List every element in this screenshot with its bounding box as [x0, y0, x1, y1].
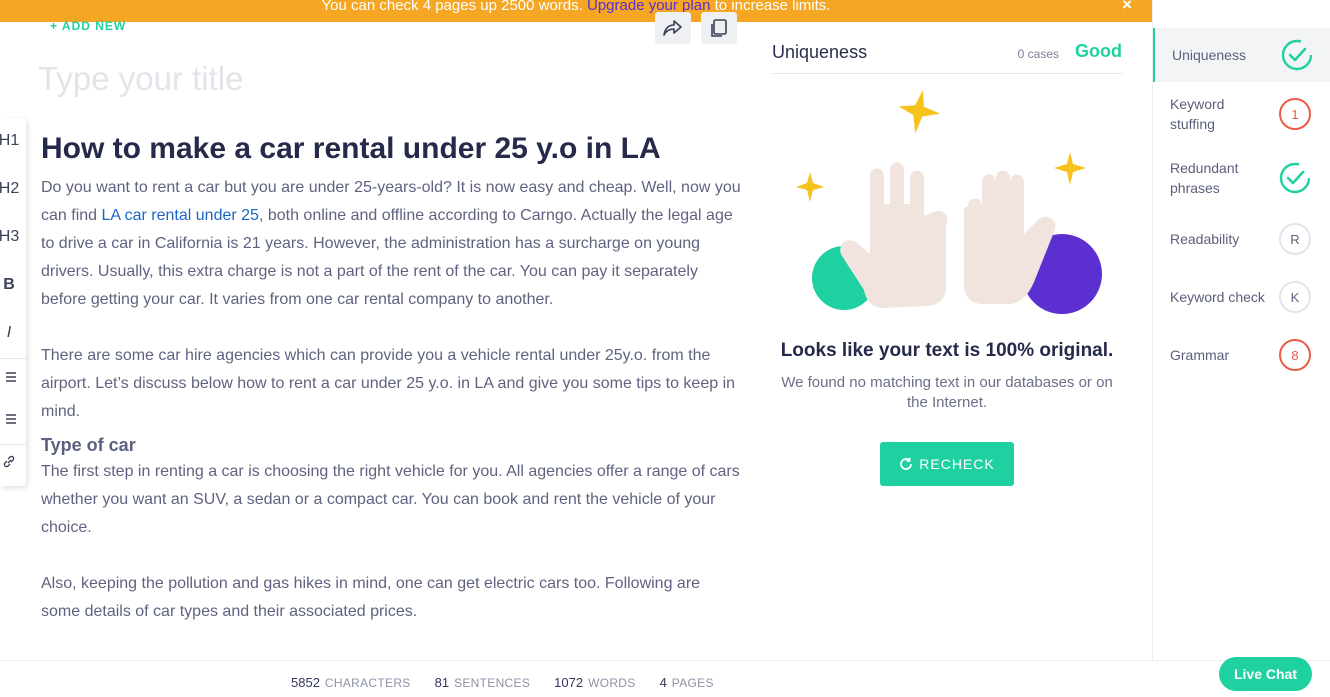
sparkle-icon [898, 90, 941, 134]
stat-value: 4 [659, 675, 667, 690]
error-count-badge: 1 [1279, 98, 1311, 130]
italic-button[interactable]: I [0, 324, 22, 342]
banner-close-button[interactable]: × [1122, 0, 1132, 13]
banner-text: You can check 4 pages up 2500 words. Upg… [321, 0, 831, 14]
panel-title: Uniqueness [772, 42, 868, 62]
title-input[interactable] [38, 60, 638, 98]
pending-badge: K [1279, 281, 1311, 313]
editor-actions [655, 12, 737, 44]
copy-icon [711, 19, 727, 37]
sidebar-item-label: Readability [1170, 231, 1240, 247]
stat-value: 5852 [291, 675, 320, 690]
car-rental-link[interactable]: LA car rental under 25 [102, 207, 259, 224]
paragraph-3: The first step in renting a car is choos… [41, 463, 740, 536]
document-body[interactable]: How to make a car rental under 25 y.o in… [41, 130, 741, 626]
recheck-button[interactable]: RECHECK [880, 442, 1014, 486]
heading-3-button[interactable]: H3 [0, 228, 22, 246]
uniqueness-status: Good [1075, 41, 1122, 61]
document-stats: 5852 CHARACTERS 81 SENTENCES 1072 WORDS 4 PA… [291, 675, 714, 690]
result-subtitle: We found no matching text in our databas… [781, 374, 1113, 411]
sidebar-item-uniqueness[interactable]: Uniqueness [1153, 28, 1330, 82]
heading-2-button[interactable]: H2 [0, 180, 22, 198]
panel-header: Uniqueness 0 cases Good [772, 30, 1122, 74]
stat-words: 1072 WORDS [554, 675, 635, 690]
check-badge [1279, 162, 1311, 194]
paragraph-1: Do you want to rent a car but you are un… [41, 174, 741, 314]
live-chat-button[interactable]: Live Chat [1219, 657, 1312, 691]
document-heading: How to make a car rental under 25 y.o in… [41, 132, 661, 165]
refresh-icon [900, 457, 913, 470]
subheading-type-of-car: Type of car [41, 435, 136, 455]
sparkle-icon [796, 172, 824, 202]
stat-pages: 4 PAGES [660, 675, 714, 690]
paragraph-4: Also, keeping the pollution and gas hike… [41, 575, 701, 620]
stats-footer: 5852 CHARACTERS 81 SENTENCES 1072 WORDS 4 PA… [0, 660, 1330, 697]
share-button[interactable] [655, 12, 691, 44]
error-count-badge: 8 [1279, 339, 1311, 371]
sidebar-item-grammar[interactable]: Grammar 8 [1153, 328, 1330, 382]
check-circle-icon [1279, 162, 1311, 194]
sidebar-item-label: Redundant phrases [1170, 160, 1239, 196]
result-title: Looks like your text is 100% original. [780, 340, 1114, 361]
stat-value: 81 [434, 675, 450, 690]
sidebar-item-label: Grammar [1170, 347, 1230, 363]
stat-label: SENTENCES [454, 676, 531, 690]
sidebar-item-label: Keyword check [1170, 289, 1265, 305]
sidebar-item-keyword-check[interactable]: Keyword check K [1153, 270, 1330, 324]
check-circle-icon [1281, 39, 1313, 71]
add-new-button[interactable]: + ADD NEW [50, 19, 126, 33]
stat-sentences: 81 SENTENCES [435, 675, 531, 690]
bullet-list-icon [6, 414, 16, 424]
stat-characters: 5852 CHARACTERS [291, 675, 411, 690]
bold-button[interactable]: B [0, 276, 22, 294]
ordered-list-icon [6, 372, 16, 382]
sidebar-item-keyword-stuffing[interactable]: Keyword stuffing 1 [1153, 86, 1330, 140]
checks-sidebar: Uniqueness Keyword stuffing 1 Redundant … [1152, 0, 1330, 662]
check-badge [1281, 39, 1313, 71]
recheck-label: RECHECK [919, 456, 995, 472]
sidebar-item-label: Uniqueness [1172, 47, 1246, 63]
uniqueness-panel: Uniqueness 0 cases Good Looks like your … [772, 30, 1122, 486]
link-button[interactable] [0, 454, 22, 473]
stat-label: WORDS [588, 676, 636, 690]
stat-value: 1072 [554, 675, 584, 690]
link-icon [3, 455, 15, 468]
copy-button[interactable] [701, 12, 737, 44]
sidebar-item-label: Keyword stuffing [1170, 96, 1225, 132]
bullet-list-button[interactable] [0, 412, 22, 431]
toolbar-divider [0, 358, 26, 359]
toolbar-divider [0, 444, 26, 445]
app-root: You can check 4 pages up 2500 words. Upg… [0, 0, 1330, 697]
sidebar-item-readability[interactable]: Readability R [1153, 212, 1330, 266]
pending-badge: R [1279, 223, 1311, 255]
stat-label: PAGES [671, 676, 714, 690]
format-toolbar: H1 H2 H3 B I [0, 118, 26, 486]
stat-label: CHARACTERS [324, 676, 411, 690]
banner-text-before: You can check 4 pages up 2500 words. [321, 0, 583, 14]
share-icon [663, 20, 682, 36]
sidebar-item-redundant-phrases[interactable]: Redundant phrases [1153, 150, 1330, 204]
ordered-list-button[interactable] [0, 370, 22, 389]
sparkle-icon [1054, 152, 1086, 185]
upgrade-banner: You can check 4 pages up 2500 words. Upg… [0, 0, 1152, 22]
high-five-illustration [796, 90, 1102, 314]
heading-1-button[interactable]: H1 [0, 132, 22, 150]
cases-count: 0 cases [1017, 47, 1059, 61]
paragraph-2: There are some car hire agencies which c… [41, 347, 736, 420]
